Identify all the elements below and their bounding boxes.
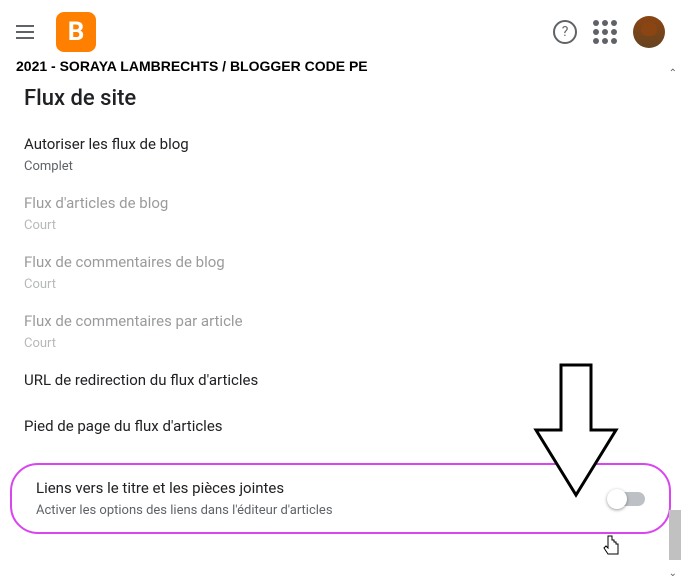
setting-label: Flux d'articles de blog bbox=[24, 194, 657, 212]
setting-allow-blog-feed[interactable]: Autoriser les flux de blog Complet bbox=[24, 135, 657, 174]
logo-letter: B bbox=[68, 17, 85, 47]
help-icon[interactable]: ? bbox=[553, 20, 577, 44]
setting-label: Autoriser les flux de blog bbox=[24, 135, 657, 153]
setting-label: Flux de commentaires de blog bbox=[24, 253, 657, 271]
scroll-up-icon[interactable]: ⌃ bbox=[669, 68, 677, 79]
blogger-logo[interactable]: B bbox=[56, 12, 96, 52]
settings-content: Flux de site Autoriser les flux de blog … bbox=[0, 86, 681, 534]
setting-value: Complet bbox=[24, 159, 657, 174]
setting-label: Flux de commentaires par article bbox=[24, 312, 657, 330]
setting-value: Court bbox=[24, 277, 657, 292]
app-header: B ? bbox=[0, 0, 681, 64]
toggle-switch[interactable] bbox=[609, 492, 645, 506]
apps-grid-icon[interactable] bbox=[593, 20, 617, 44]
setting-comment-per-article[interactable]: Flux de commentaires par article Court bbox=[24, 312, 657, 351]
avatar[interactable] bbox=[633, 16, 665, 48]
setting-description: Activer les options des liens dans l'édi… bbox=[36, 503, 609, 518]
setting-label: Liens vers le titre et les pièces jointe… bbox=[36, 479, 609, 497]
cursor-pointer-icon bbox=[602, 534, 622, 563]
setting-title-links[interactable]: Liens vers le titre et les pièces jointe… bbox=[10, 463, 671, 534]
setting-value: Court bbox=[24, 218, 657, 233]
setting-redirect-url[interactable]: URL de redirection du flux d'articles bbox=[24, 371, 657, 389]
setting-value: Court bbox=[24, 336, 657, 351]
section-title: Flux de site bbox=[24, 86, 657, 111]
scroll-down-icon[interactable]: ⌄ bbox=[669, 568, 677, 579]
setting-article-feed[interactable]: Flux d'articles de blog Court bbox=[24, 194, 657, 233]
scrollbar-thumb[interactable] bbox=[669, 510, 681, 560]
setting-feed-footer[interactable]: Pied de page du flux d'articles bbox=[24, 417, 657, 435]
setting-comment-feed[interactable]: Flux de commentaires de blog Court bbox=[24, 253, 657, 292]
header-actions: ? bbox=[553, 16, 665, 48]
hamburger-menu-icon[interactable] bbox=[16, 20, 40, 44]
watermark-text: 2021 - SORAYA LAMBRECHTS / BLOGGER CODE … bbox=[0, 58, 681, 74]
